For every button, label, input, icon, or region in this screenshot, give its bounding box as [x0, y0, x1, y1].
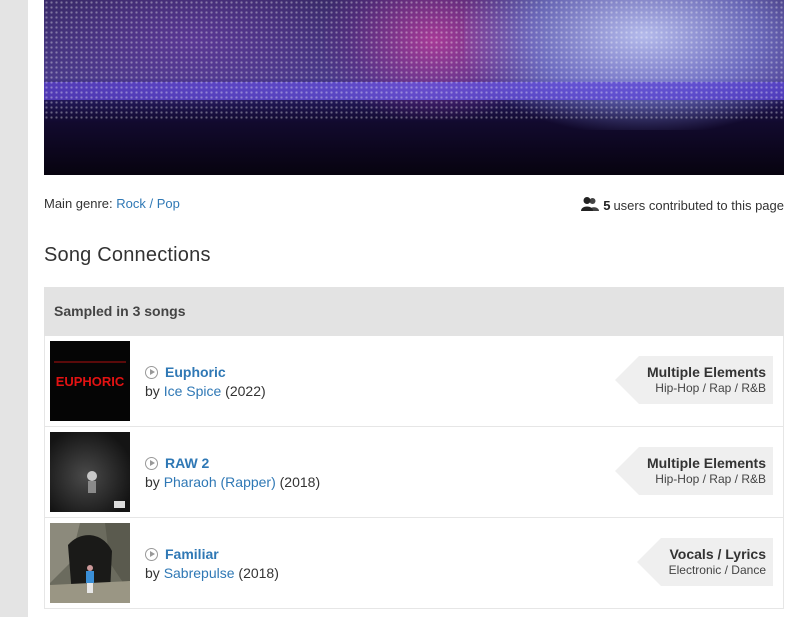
sample-genre: Hip-Hop / Rap / R&B	[655, 472, 766, 486]
sampled-in-header: Sampled in 3 songs	[44, 287, 784, 336]
song-info: Familiar by Sabrepulse (2018)	[145, 545, 279, 583]
sample-type: Multiple Elements	[646, 364, 766, 380]
connection-row: EUPHORIC Euphoric by Ice Spice (2022) Mu…	[44, 336, 784, 427]
song-title-link[interactable]: Euphoric	[165, 363, 226, 382]
main-genre-label: Main genre:	[44, 196, 113, 211]
album-art[interactable]	[50, 432, 130, 512]
song-info: Euphoric by Ice Spice (2022)	[145, 363, 266, 401]
contributors-text: users contributed to this page	[613, 198, 784, 213]
album-art[interactable]: EUPHORIC	[50, 341, 130, 421]
main-genre: Main genre: Rock / Pop	[44, 196, 180, 211]
sample-type-tag[interactable]: Vocals / Lyrics Electronic / Dance	[636, 538, 773, 586]
song-year: (2018)	[238, 565, 279, 581]
artist-link[interactable]: Pharaoh (Rapper)	[164, 474, 276, 490]
by-label: by	[145, 565, 160, 581]
song-year: (2022)	[225, 383, 266, 399]
by-label: by	[145, 474, 160, 490]
left-rail	[0, 0, 28, 617]
album-art[interactable]	[50, 523, 130, 603]
connections-panel: Sampled in 3 songs EUPHORIC Euphoric by …	[44, 287, 784, 609]
sample-type: Vocals / Lyrics	[669, 546, 767, 562]
song-title-link[interactable]: RAW 2	[165, 454, 209, 473]
by-label: by	[145, 383, 160, 399]
contributors[interactable]: 5 users contributed to this page	[581, 196, 784, 215]
sample-type-tag[interactable]: Multiple Elements Hip-Hop / Rap / R&B	[614, 356, 773, 404]
song-info: RAW 2 by Pharaoh (Rapper) (2018)	[145, 454, 320, 492]
contributors-count: 5	[603, 198, 611, 213]
connection-row: RAW 2 by Pharaoh (Rapper) (2018) Multipl…	[44, 427, 784, 518]
sample-type: Multiple Elements	[646, 455, 766, 471]
page-meta: Main genre: Rock / Pop 5 users contribut…	[44, 195, 784, 213]
sample-type-tag[interactable]: Multiple Elements Hip-Hop / Rap / R&B	[614, 447, 773, 495]
main-genre-link[interactable]: Rock / Pop	[116, 196, 180, 211]
users-icon	[581, 196, 600, 215]
connection-row: Familiar by Sabrepulse (2018) Vocals / L…	[44, 518, 784, 609]
song-title-link[interactable]: Familiar	[165, 545, 219, 564]
sample-genre: Hip-Hop / Rap / R&B	[655, 381, 766, 395]
play-icon[interactable]	[145, 548, 158, 561]
artist-link[interactable]: Sabrepulse	[164, 565, 235, 581]
play-icon[interactable]	[145, 457, 158, 470]
video-led-texture	[44, 0, 784, 120]
svg-text:EUPHORIC: EUPHORIC	[56, 374, 125, 389]
artist-link[interactable]: Ice Spice	[164, 383, 222, 399]
video-player[interactable]	[44, 0, 784, 175]
song-connections-heading: Song Connections	[44, 244, 211, 266]
play-icon[interactable]	[145, 366, 158, 379]
song-year: (2018)	[279, 474, 321, 490]
sample-genre: Electronic / Dance	[668, 563, 766, 577]
